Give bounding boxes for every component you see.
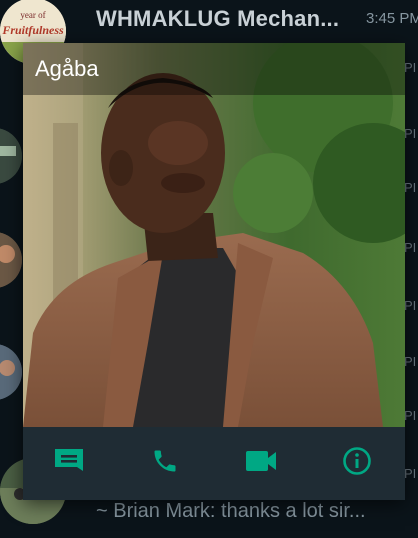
profile-photo-popup: Agåba	[23, 43, 405, 500]
video-call-button[interactable]	[221, 427, 301, 500]
avatar-badge-line1: year of	[20, 10, 45, 20]
phone-icon	[151, 447, 179, 480]
chat-preview: ~ Brian Mark: thanks a lot sir...	[96, 500, 366, 522]
partial-time: PI	[404, 354, 417, 369]
video-icon	[244, 448, 278, 479]
partial-time: PI	[404, 298, 417, 313]
partial-time: PI	[404, 126, 417, 141]
chat-avatar	[0, 344, 22, 400]
message-icon	[52, 447, 86, 480]
message-button[interactable]	[29, 427, 109, 500]
chat-avatar	[0, 232, 22, 288]
popup-action-bar	[23, 427, 405, 500]
contact-name-bar: Agåba	[23, 43, 405, 95]
chat-time: 3:45 PM	[366, 10, 418, 27]
partial-time: PI	[404, 60, 417, 75]
profile-photo[interactable]: Agåba	[23, 43, 405, 427]
partial-time: PI	[404, 180, 417, 195]
avatar-badge-line2: Fruitfulness	[1, 23, 64, 37]
contact-name: Agåba	[35, 56, 99, 81]
info-icon	[342, 446, 372, 481]
partial-time: PI	[404, 466, 417, 481]
chat-title: WHMAKLUG Mechan...	[96, 6, 340, 31]
screen: year of Fruitfulness WHMAKLUG Mechan... …	[0, 0, 418, 538]
partial-time: PI	[404, 408, 417, 423]
partial-time: PI	[404, 240, 417, 255]
call-button[interactable]	[125, 427, 205, 500]
chat-avatar	[0, 128, 22, 184]
info-button[interactable]	[317, 427, 397, 500]
